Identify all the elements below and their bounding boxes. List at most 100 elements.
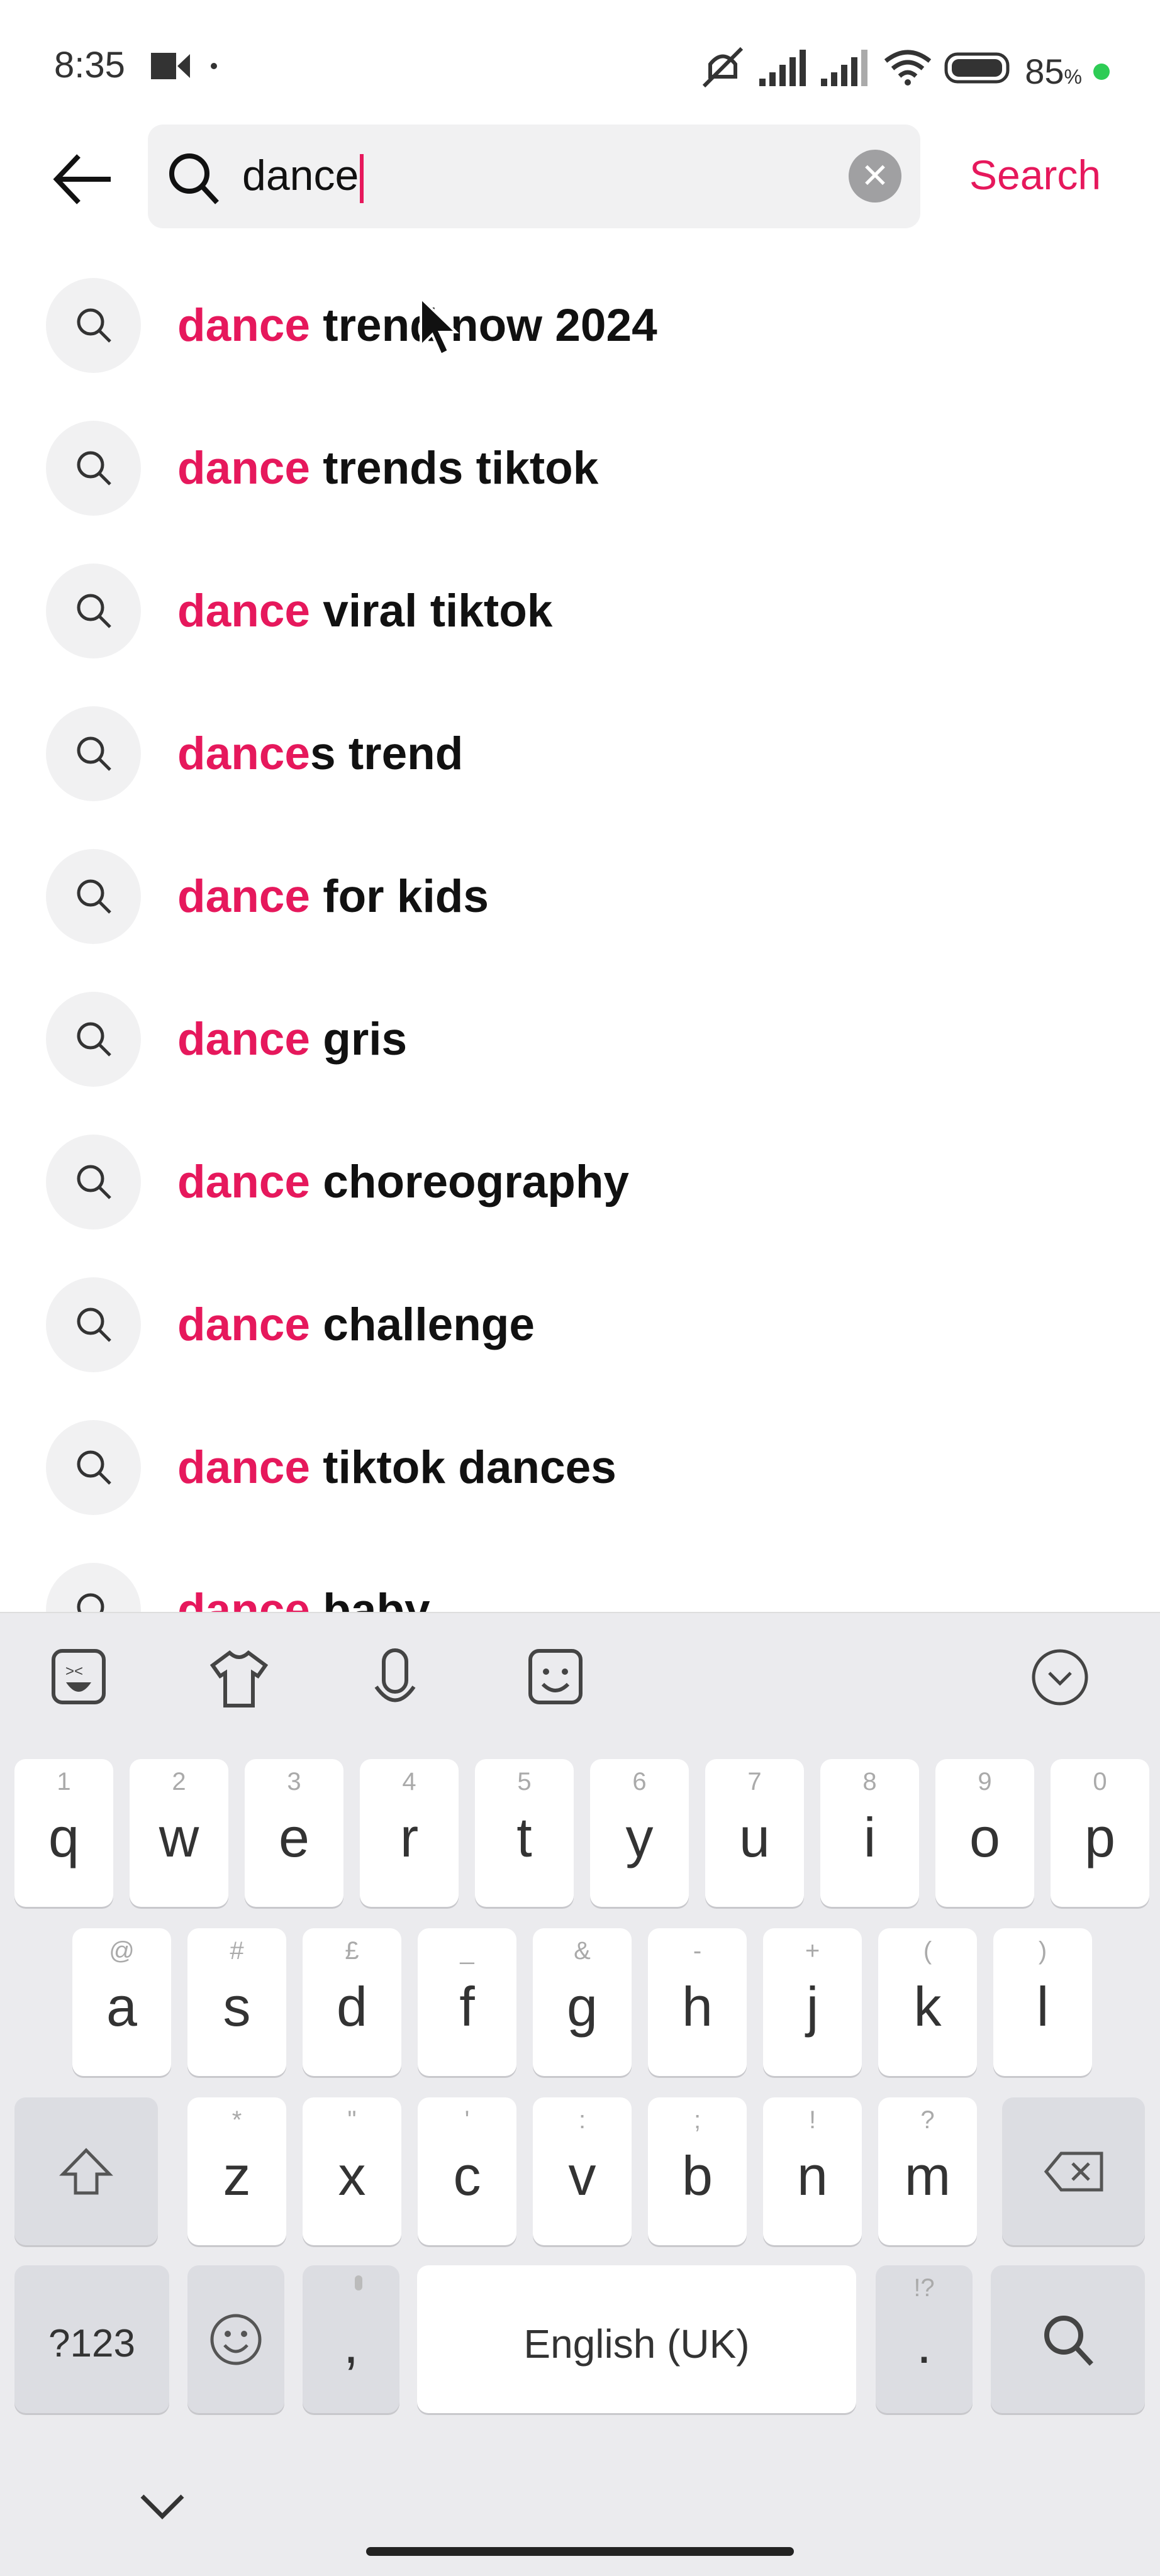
suggestion-rest: viral tiktok <box>310 585 553 636</box>
battery-dot <box>1093 63 1110 80</box>
suggestion-match: dance <box>177 870 310 922</box>
key-hint: 0 <box>1093 1768 1107 1796</box>
wifi-icon <box>883 48 933 94</box>
key-label: q <box>48 1806 79 1868</box>
search-input[interactable]: dance ✕ <box>148 125 920 228</box>
space-key[interactable]: English (UK) <box>417 2265 856 2413</box>
suggestion-match: dance <box>177 728 310 779</box>
suggestion-item[interactable]: dance trends tiktok <box>0 405 1160 531</box>
key-e[interactable]: 3e <box>245 1759 343 1907</box>
text-caret <box>360 154 364 204</box>
key-v[interactable]: :v <box>533 2097 632 2245</box>
key-hint: !? <box>913 2274 935 2302</box>
key-label: z <box>223 2144 251 2207</box>
key-hint: + <box>805 1937 820 1965</box>
search-icon <box>46 1419 141 1515</box>
back-arrow-icon[interactable] <box>50 151 113 211</box>
suggestion-match: dance <box>177 299 310 351</box>
sticker-icon[interactable]: >< <box>50 1648 107 1714</box>
microphone-icon[interactable] <box>370 1648 420 1714</box>
key-label: o <box>969 1806 1000 1868</box>
search-button[interactable]: Search <box>969 151 1101 199</box>
suggestion-item[interactable]: dance viral tiktok <box>0 548 1160 674</box>
signal-2-icon <box>821 48 871 94</box>
suggestion-text: dance gris <box>177 1013 407 1065</box>
suggestion-match: dance <box>177 1156 310 1208</box>
key-label: y <box>625 1806 654 1868</box>
emoji-sticker-icon[interactable] <box>527 1648 584 1714</box>
suggestion-item[interactable]: dance challenge <box>0 1262 1160 1387</box>
shift-key[interactable] <box>14 2097 158 2245</box>
period-key[interactable]: !?. <box>876 2265 973 2413</box>
suggestion-item[interactable]: dance trend now 2024 <box>0 262 1160 388</box>
key-y[interactable]: 6y <box>590 1759 689 1907</box>
search-icon <box>165 150 222 209</box>
key-hint: _ <box>460 1937 474 1965</box>
emoji-icon <box>210 2314 262 2365</box>
theme-shirt-icon[interactable] <box>208 1648 270 1714</box>
key-hint: : <box>578 2106 586 2134</box>
battery-percent: 85 <box>1025 52 1064 91</box>
search-icon <box>46 563 141 658</box>
key-k[interactable]: (k <box>878 1928 977 2076</box>
suggestion-item[interactable]: dance for kids <box>0 833 1160 959</box>
comma-key[interactable]: , <box>303 2265 399 2413</box>
key-q[interactable]: 1q <box>14 1759 113 1907</box>
key-z[interactable]: * z <box>187 2097 286 2245</box>
key-i[interactable]: 8i <box>820 1759 919 1907</box>
key-b[interactable]: ; b <box>648 2097 747 2245</box>
suggestion-item[interactable]: dance choreography <box>0 1119 1160 1245</box>
key-label: m <box>904 2144 951 2207</box>
key-label: k <box>913 1975 942 2038</box>
home-indicator[interactable] <box>366 2547 794 2556</box>
key-label: r <box>399 1806 419 1868</box>
key-s[interactable]: # s <box>187 1928 286 2076</box>
key-n[interactable]: ! n <box>763 2097 862 2245</box>
search-key[interactable] <box>991 2265 1145 2413</box>
key-hint: ! <box>808 2106 817 2134</box>
key-f[interactable]: _ f <box>418 1928 516 2076</box>
key-l[interactable]: ) l <box>993 1928 1092 2076</box>
svg-text:><: >< <box>65 1663 83 1680</box>
key-j[interactable]: + j <box>763 1928 862 2076</box>
suggestion-text: dance challenge <box>177 1299 535 1351</box>
suggestion-match: dance <box>177 442 310 494</box>
key-label: e <box>279 1806 310 1868</box>
key-t[interactable]: 5t <box>475 1759 574 1907</box>
key-g[interactable]: & g <box>533 1928 632 2076</box>
suggestion-item[interactable]: dances trend <box>0 691 1160 816</box>
key-c[interactable]: ' c <box>418 2097 516 2245</box>
suggestion-item[interactable]: dance tiktok dances <box>0 1404 1160 1530</box>
suggestion-text: dance trends tiktok <box>177 442 598 494</box>
key-label: English (UK) <box>523 2321 750 2367</box>
backspace-key[interactable] <box>1002 2097 1145 2245</box>
suggestion-match: dance <box>177 1299 310 1350</box>
symbols-key[interactable]: ?123 <box>14 2265 169 2413</box>
key-hint: # <box>230 1937 244 1965</box>
emoji-key[interactable] <box>187 2265 284 2413</box>
key-a[interactable]: @ a <box>72 1928 171 2076</box>
key-m[interactable]: ? m <box>878 2097 977 2245</box>
key-p[interactable]: 0p <box>1051 1759 1149 1907</box>
suggestion-rest: choreography <box>310 1156 630 1208</box>
key-o[interactable]: 9o <box>935 1759 1034 1907</box>
suggestion-item[interactable]: dance gris <box>0 976 1160 1102</box>
clear-icon[interactable]: ✕ <box>849 150 901 203</box>
collapse-keyboard-icon[interactable] <box>1030 1648 1090 1710</box>
suggestion-match: dance <box>177 585 310 636</box>
key-label: i <box>863 1806 876 1868</box>
key-x[interactable]: " x <box>303 2097 401 2245</box>
key-d[interactable]: £ d <box>303 1928 401 2076</box>
key-label: h <box>682 1975 713 2038</box>
key-u[interactable]: 7u <box>705 1759 804 1907</box>
key-h[interactable]: -h <box>648 1928 747 2076</box>
keyboard: >< 1 q 2 w 3 e 4 r 5 t 6 y 7 u 8 i 9 o 0 p @ a # s £ d _ f & g - h + j(k)… <box>0 1612 1160 2576</box>
key-hint: & <box>574 1937 591 1965</box>
suggestion-rest: challenge <box>310 1299 535 1350</box>
mouse-cursor-icon <box>418 295 462 362</box>
key-r[interactable]: 4r <box>360 1759 459 1907</box>
key-hint: 4 <box>402 1768 416 1796</box>
suggestion-text: dance for kids <box>177 870 489 923</box>
key-w[interactable]: 2w <box>130 1759 228 1907</box>
hide-keyboard-chevron-icon[interactable] <box>137 2487 187 2528</box>
